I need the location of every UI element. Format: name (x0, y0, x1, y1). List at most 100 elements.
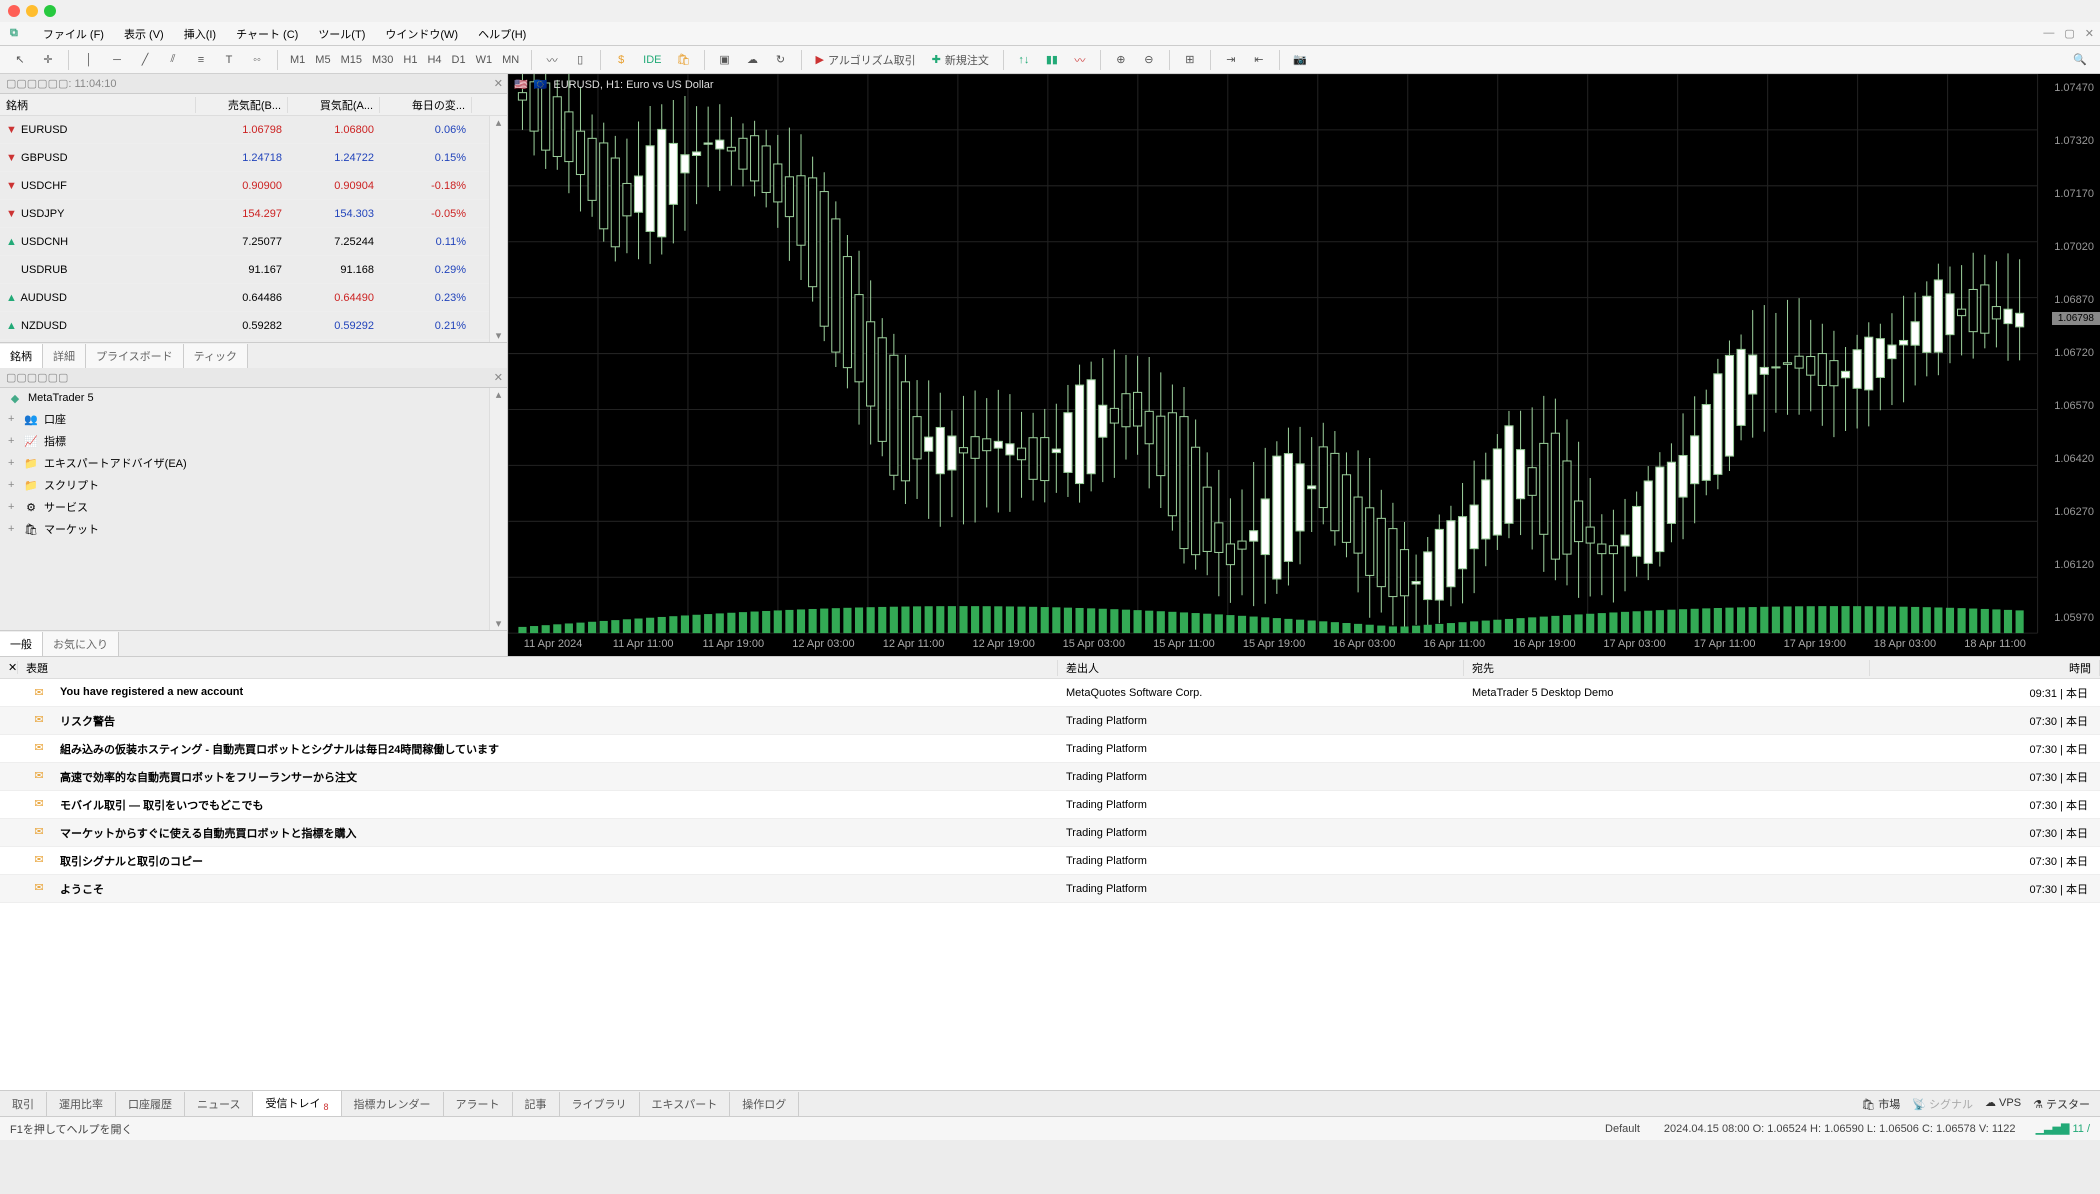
scroll-down-icon[interactable]: ▾ (496, 617, 502, 630)
market-row[interactable]: ▲ USDCNH7.250777.252440.11% (0, 228, 507, 256)
col-ask[interactable]: 買気配(A... (288, 97, 380, 113)
timeframe-M5[interactable]: M5 (311, 52, 334, 68)
screenshot-icon[interactable]: 📷 (1288, 49, 1312, 71)
maximize-window-btn[interactable] (44, 5, 56, 17)
col-change[interactable]: 毎日の変... (380, 97, 472, 113)
panel-close-icon[interactable]: ✕ (494, 77, 503, 90)
menu-view[interactable]: 表示 (V) (124, 26, 164, 42)
market-icon[interactable]: 🛍 (672, 49, 696, 71)
candles-icon[interactable]: ▮▮ (1040, 49, 1064, 71)
message-row[interactable]: ✉高速で効率的な自動売買ロボットをフリーランサーから注文Trading Plat… (0, 763, 2100, 791)
col-time[interactable]: 時間 (1870, 660, 2100, 676)
message-row[interactable]: ✉You have registered a new accountMetaQu… (0, 679, 2100, 707)
crosshair-tool-icon[interactable]: ✛ (36, 49, 60, 71)
close-window-btn[interactable] (8, 5, 20, 17)
connection-icon[interactable]: ▁▃▅▇ 11 / (2036, 1122, 2090, 1135)
sync-icon[interactable]: ↻ (769, 49, 793, 71)
nav-item[interactable]: +📁エキスパートアドバイザ(EA) (0, 452, 507, 474)
buy-icon[interactable]: ↑↓ (1012, 49, 1036, 71)
shift-start-icon[interactable]: ⇤ (1247, 49, 1271, 71)
status-profile[interactable]: Default (1605, 1123, 1640, 1135)
activity-icon[interactable]: 〰 (1068, 49, 1092, 71)
bottom-tab[interactable]: 取引 (0, 1092, 47, 1116)
menu-insert[interactable]: 挿入(I) (184, 26, 216, 42)
market-row[interactable]: ▼ GBPUSD1.247181.247220.15% (0, 144, 507, 172)
objects-tool-icon[interactable]: ◦◦ (245, 49, 269, 71)
ide-btn[interactable]: IDE (637, 49, 667, 71)
timeframe-W1[interactable]: W1 (472, 52, 497, 68)
mdi-maximize-icon[interactable]: ▢ (2064, 27, 2074, 40)
bottom-tab[interactable]: 運用比率 (47, 1092, 116, 1116)
nav-item[interactable]: +👥口座 (0, 408, 507, 430)
hline-tool-icon[interactable]: ─ (105, 49, 129, 71)
bottom-tab[interactable]: アラート (444, 1092, 513, 1116)
zoom-in-icon[interactable]: ⊕ (1109, 49, 1133, 71)
message-row[interactable]: ✉モバイル取引 — 取引をいつでもどこでもTrading Platform07:… (0, 791, 2100, 819)
bottom-tab[interactable]: エキスパート (640, 1092, 731, 1116)
message-row[interactable]: ✉マーケットからすぐに使える自動売買ロボットと指標を購入Trading Plat… (0, 819, 2100, 847)
bottom-tab[interactable]: ニュース (185, 1092, 253, 1116)
grid-icon[interactable]: ⊞ (1178, 49, 1202, 71)
nav-root[interactable]: ◆MetaTrader 5 (0, 388, 507, 408)
search-icon[interactable]: 🔍 (2068, 49, 2092, 71)
text-tool-icon[interactable]: T (217, 49, 241, 71)
message-row[interactable]: ✉リスク警告Trading Platform07:30 | 本日 (0, 707, 2100, 735)
panel-close-icon[interactable]: ✕ (0, 661, 18, 674)
message-row[interactable]: ✉組み込みの仮装ホスティング - 自動売買ロボットとシグナルは毎日24時間稼働し… (0, 735, 2100, 763)
market-row[interactable]: ▼ EURUSD1.067981.068000.06% (0, 116, 507, 144)
mw-tab[interactable]: 詳細 (43, 344, 86, 368)
col-subject[interactable]: 表題 (18, 660, 1058, 676)
cloud-icon[interactable]: ☁ (741, 49, 765, 71)
nav-tab[interactable]: お気に入り (43, 632, 119, 656)
nav-item[interactable]: +📈指標 (0, 430, 507, 452)
shift-end-icon[interactable]: ⇥ (1219, 49, 1243, 71)
nav-item[interactable]: +⚙サービス (0, 496, 507, 518)
market-row[interactable]: ▼ USDCHF0.909000.90904-0.18% (0, 172, 507, 200)
fibo-tool-icon[interactable]: ≡ (189, 49, 213, 71)
bottom-link[interactable]: ☁ VPS (1985, 1096, 2021, 1112)
dollar-icon[interactable]: $ (609, 49, 633, 71)
bottom-link[interactable]: 🛍 市場 (1861, 1096, 1900, 1112)
mw-tab[interactable]: プライスボード (86, 344, 184, 368)
timeframe-D1[interactable]: D1 (448, 52, 470, 68)
algo-trading-btn[interactable]: ▶アルゴリズム取引 (810, 49, 922, 71)
message-row[interactable]: ✉取引シグナルと取引のコピーTrading Platform07:30 | 本日 (0, 847, 2100, 875)
zoom-out-icon[interactable]: ⊖ (1137, 49, 1161, 71)
menu-file[interactable]: ファイル (F) (43, 26, 104, 42)
market-row[interactable]: ▲ AUDUSD0.644860.644900.23% (0, 284, 507, 312)
scroll-up-icon[interactable]: ▴ (496, 388, 502, 401)
menu-window[interactable]: ウインドウ(W) (385, 26, 458, 42)
market-row[interactable]: ▼ USDJPY154.297154.303-0.05% (0, 200, 507, 228)
timeframe-MN[interactable]: MN (498, 52, 523, 68)
bottom-tab[interactable]: 指標カレンダー (342, 1092, 444, 1116)
chart-candle-icon[interactable]: ▯ (568, 49, 592, 71)
timeframe-M1[interactable]: M1 (286, 52, 309, 68)
bottom-link[interactable]: ⚗ テスター (2033, 1096, 2090, 1112)
trendline-tool-icon[interactable]: ╱ (133, 49, 157, 71)
bottom-tab[interactable]: ライブラリ (560, 1092, 640, 1116)
terminal-icon[interactable]: ▣ (713, 49, 737, 71)
col-symbol[interactable]: 銘柄 (0, 97, 196, 113)
timeframe-M30[interactable]: M30 (368, 52, 397, 68)
menu-help[interactable]: ヘルプ(H) (478, 26, 526, 42)
col-to[interactable]: 宛先 (1464, 660, 1870, 676)
minimize-window-btn[interactable] (26, 5, 38, 17)
chart-line-icon[interactable]: 〰 (540, 49, 564, 71)
mw-tab[interactable]: ティック (184, 344, 248, 368)
panel-close-icon[interactable]: ✕ (494, 371, 503, 384)
scroll-down-icon[interactable]: ▾ (496, 329, 502, 342)
bottom-tab[interactable]: 口座履歴 (116, 1092, 185, 1116)
bottom-tab[interactable]: 操作ログ (730, 1092, 799, 1116)
nav-tab[interactable]: 一般 (0, 632, 43, 656)
nav-item[interactable]: +🛍マーケット (0, 518, 507, 540)
mdi-minimize-icon[interactable]: — (2043, 27, 2054, 40)
message-row[interactable]: ✉ようこそTrading Platform07:30 | 本日 (0, 875, 2100, 903)
market-row[interactable]: USDRUB91.16791.1680.29% (0, 256, 507, 284)
new-order-btn[interactable]: ✚新規注文 (926, 49, 995, 71)
menu-chart[interactable]: チャート (C) (236, 26, 298, 42)
col-bid[interactable]: 売気配(B... (196, 97, 288, 113)
mw-tab[interactable]: 銘柄 (0, 344, 43, 368)
equidistant-tool-icon[interactable]: ⫽ (161, 49, 185, 71)
bottom-tab[interactable]: 記事 (513, 1092, 560, 1116)
timeframe-H4[interactable]: H4 (423, 52, 445, 68)
